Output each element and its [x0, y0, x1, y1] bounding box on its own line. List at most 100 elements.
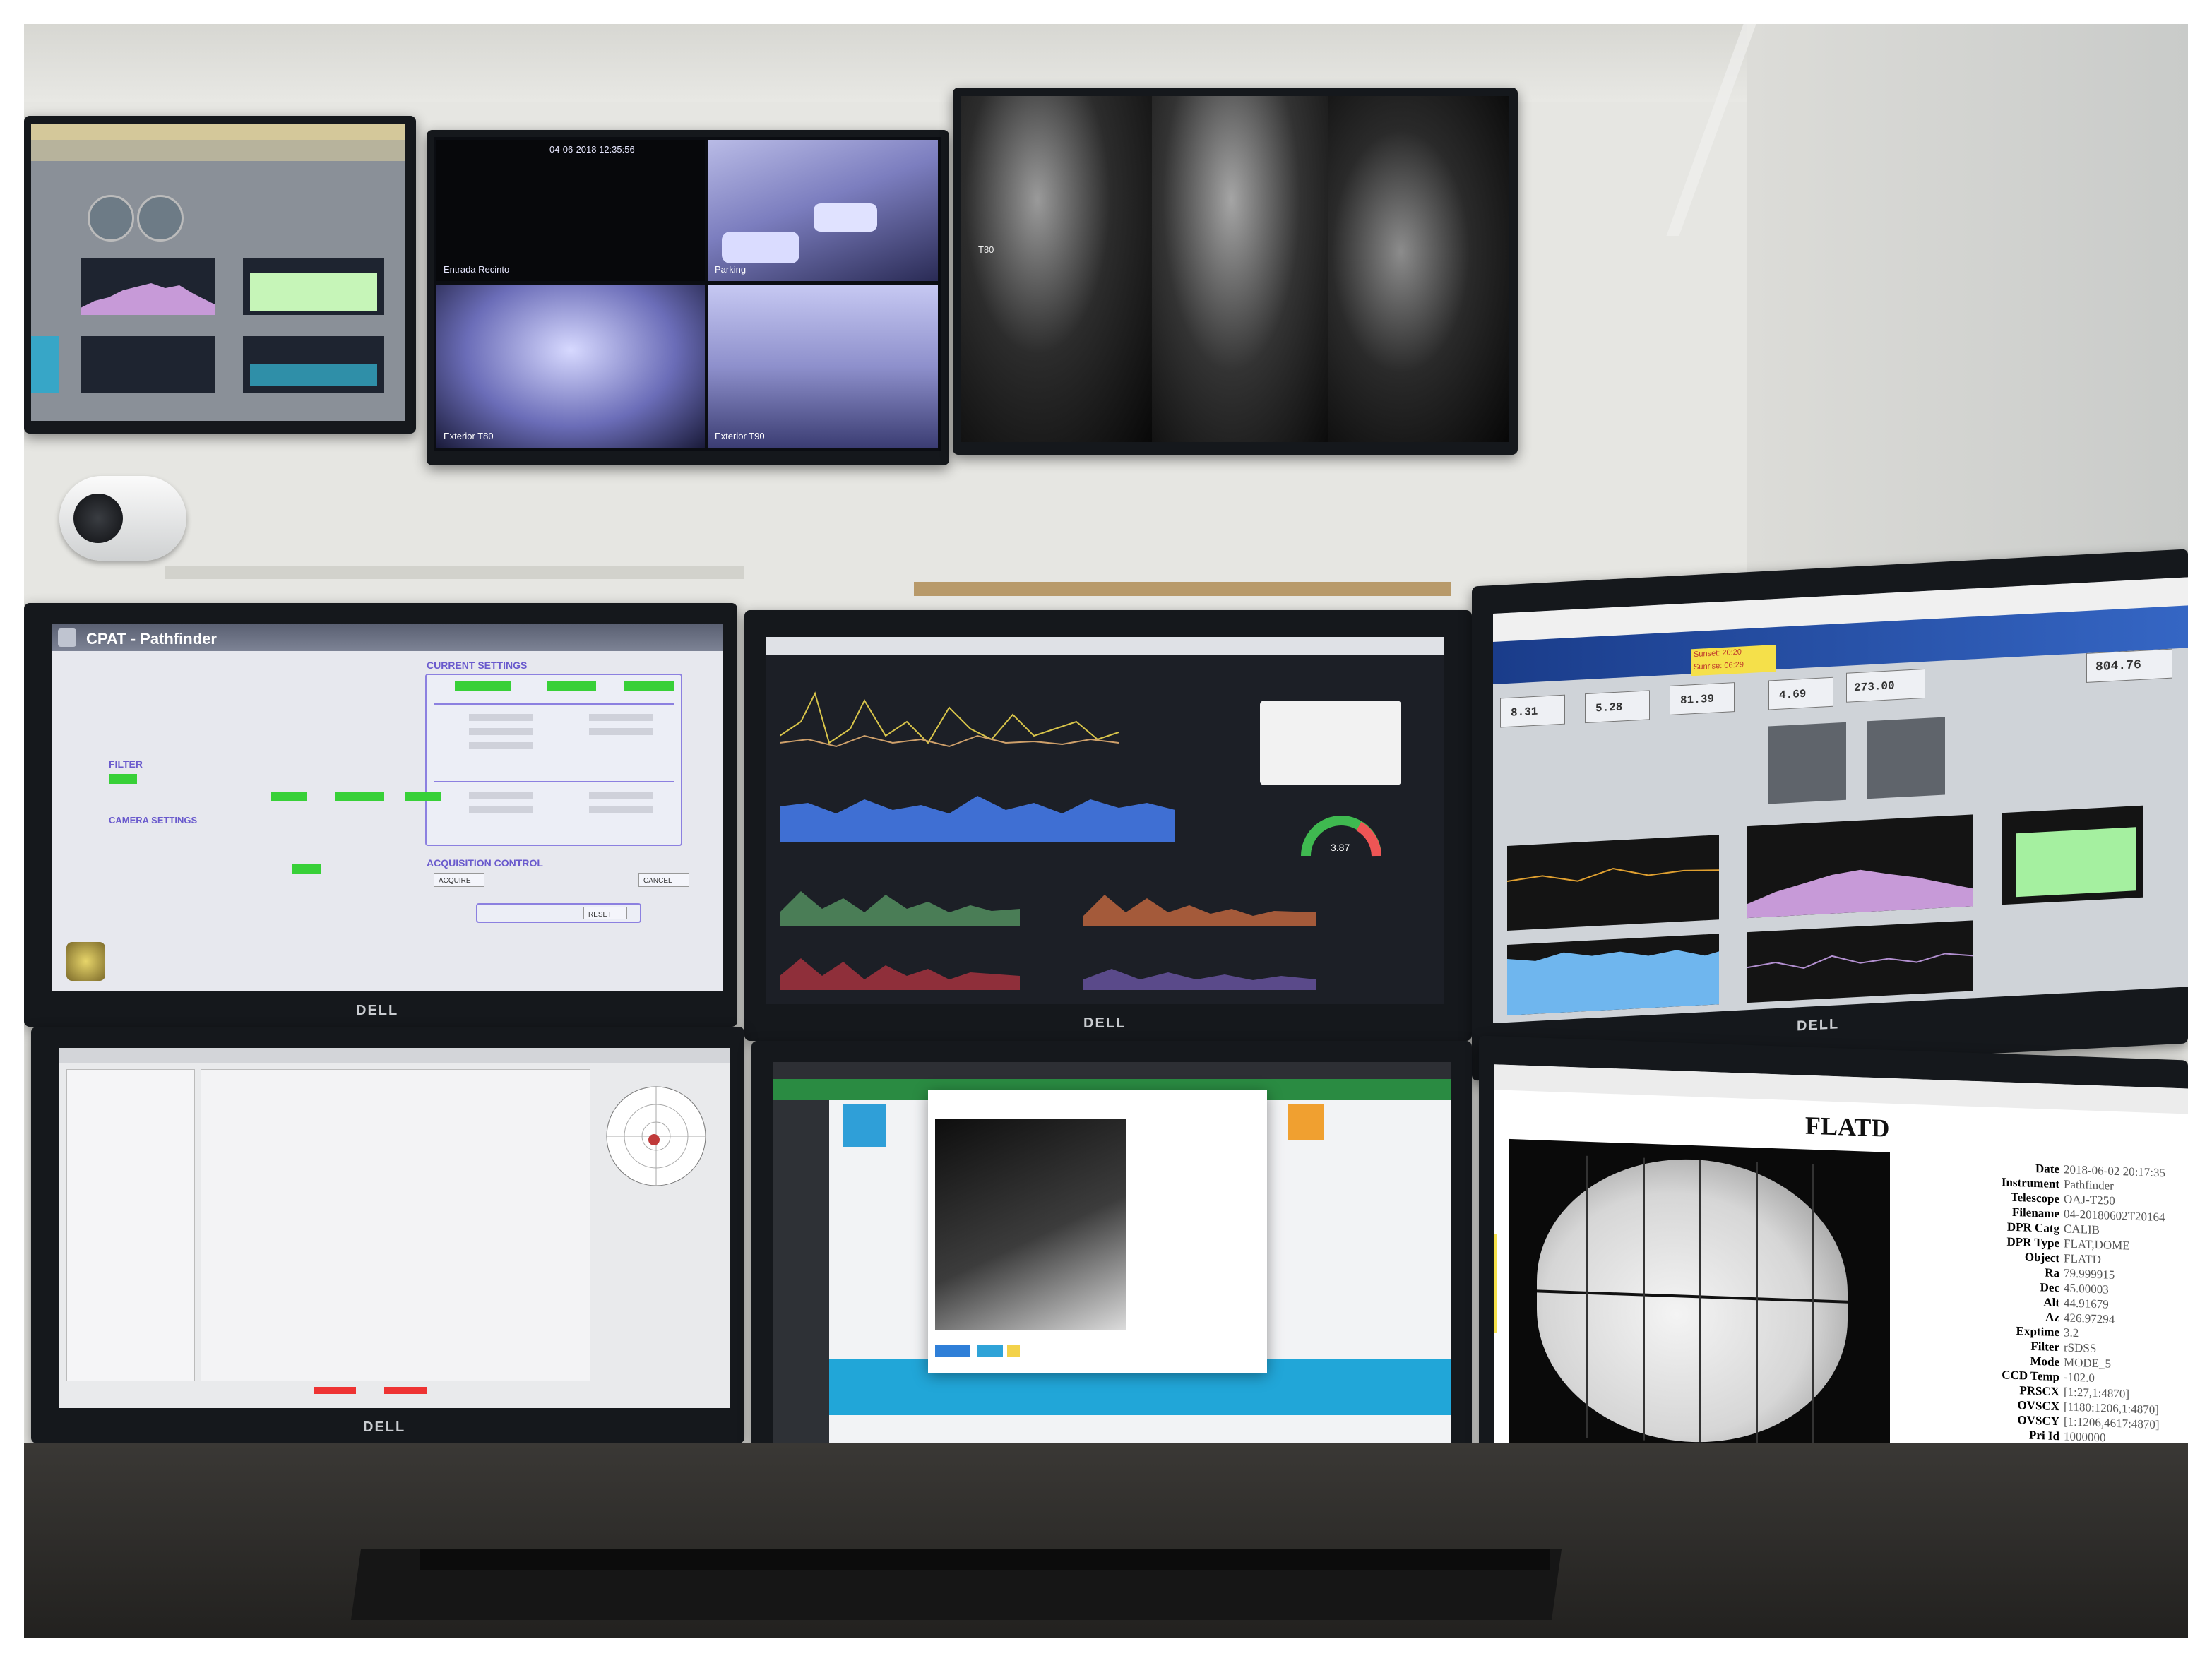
dell-logo: DELL — [363, 1419, 406, 1435]
fits-value: rSDSS — [2064, 1340, 2097, 1356]
cpat-logo-icon — [66, 942, 105, 981]
sticky-note — [1494, 1233, 1497, 1333]
dell-logo: DELL — [1797, 1016, 1840, 1035]
cctv-screen: 04-06-2018 12:35:56 Entrada Recinto Park… — [434, 137, 941, 451]
fits-value: 45.00003 — [2064, 1281, 2109, 1297]
sparkline — [81, 283, 215, 315]
value-box-6: 804.76 — [2086, 648, 2172, 683]
bw-view-3 — [1328, 96, 1509, 442]
cctv-cam-4-label: Exterior T90 — [715, 431, 765, 441]
fits-value: 426.97294 — [2064, 1311, 2115, 1326]
fits-key: Pri Id — [2029, 1428, 2059, 1443]
fits-value: 1000000 — [2064, 1429, 2106, 1445]
cancel-button[interactable]: CANCEL — [638, 873, 689, 887]
fits-value: Pathfinder — [2064, 1177, 2114, 1193]
temperature-lines — [779, 691, 1119, 748]
area-blue — [780, 796, 1175, 842]
value-5: 273.00 — [1854, 679, 1895, 695]
fits-value: 44.91679 — [2064, 1296, 2109, 1311]
fits-value: 3.2 — [2064, 1325, 2079, 1340]
gauge-value: 3.87 — [1331, 842, 1350, 853]
status-led-3 — [624, 681, 674, 691]
plot-green — [2002, 805, 2143, 905]
area-orange — [1083, 895, 1316, 926]
browser-chrome — [1494, 1064, 2188, 1114]
value-2: 5.28 — [1595, 701, 1623, 715]
wall-monitor-left-screen — [31, 124, 405, 421]
monitor-telescope-status: Sunset: 20:20 Sunrise: 06:29 8.31 5.28 8… — [1472, 549, 2188, 1081]
sunrise-label: Sunrise: 06:29 — [1694, 660, 1744, 672]
whiteboard-edge — [165, 566, 744, 579]
acquisition-counter-panel: RESET — [476, 903, 641, 923]
sunset-label: Sunset: 20:20 — [1694, 648, 1742, 660]
app-icon — [58, 628, 76, 647]
acquire-button-label: ACQUIRE — [439, 877, 471, 885]
flatd-screen: FLATD Date 2018-06-02 20:17:35 Instrument… — [1494, 1064, 2188, 1498]
dell-logo: DELL — [1083, 1015, 1126, 1031]
monitor-scheduler: DELL — [751, 1041, 1472, 1479]
camera-settings-heading: CAMERA SETTINGS — [109, 815, 198, 825]
fits-value: CALIB — [2064, 1222, 2100, 1237]
monitor-telescope-control: DELL — [31, 1027, 744, 1443]
status-led-1 — [455, 681, 511, 691]
image-dialog — [928, 1090, 1267, 1373]
security-camera — [59, 462, 194, 575]
polar-plot — [606, 1086, 706, 1186]
flatd-title: FLATD — [1805, 1111, 1890, 1143]
flatd-image — [1509, 1138, 1890, 1463]
error-indicator-2 — [384, 1387, 427, 1394]
value-box-4: 4.69 — [1768, 676, 1833, 710]
dialog-button-primary[interactable] — [935, 1345, 970, 1357]
cctv-cam-4: Exterior T90 — [708, 285, 938, 448]
plot-dark-1 — [1506, 835, 1720, 931]
value-box-1: 8.31 — [1500, 694, 1565, 728]
cctv-cam-3: Exterior T80 — [436, 285, 705, 448]
device-diagram — [1260, 701, 1401, 785]
monitor-dashboard: 3.87 DELL — [744, 610, 1472, 1041]
filter-progress-1 — [271, 792, 307, 801]
allsky-image-2 — [1867, 717, 1945, 799]
cctv-cam-1: 04-06-2018 12:35:56 Entrada Recinto — [436, 140, 705, 281]
gauge-arc — [1301, 816, 1381, 857]
fits-header-table: Date 2018-06-02 20:17:35 Instrument Pathfi… — [1975, 1159, 2187, 1448]
sunset-box: Sunset: 20:20 Sunrise: 06:29 — [1691, 645, 1776, 676]
dell-logo: DELL — [356, 1003, 399, 1018]
cpat-title: CPAT - Pathfinder — [86, 630, 217, 648]
plot-blue — [1507, 934, 1719, 1015]
monitor-cpat: CPAT - Pathfinder CURRENT SETTINGS FILTE… — [24, 603, 737, 1027]
camera-active-led[interactable] — [292, 864, 321, 874]
fits-value: -102.0 — [2064, 1370, 2095, 1385]
browser-tabs — [773, 1062, 1451, 1079]
value-3: 81.39 — [1680, 692, 1715, 708]
acquire-button[interactable]: ACQUIRE — [434, 873, 484, 887]
line-chart-panel — [779, 679, 1147, 764]
value-box-5: 273.00 — [1846, 668, 1925, 703]
cctv-cam-2-label: Parking — [715, 264, 747, 275]
dashboard-screen: 3.87 — [766, 637, 1444, 1004]
current-settings-heading: CURRENT SETTINGS — [427, 660, 528, 671]
plot-lilac — [1747, 814, 1973, 919]
area-chart-green — [780, 877, 1020, 926]
dialog-button-secondary[interactable] — [977, 1345, 1003, 1357]
gauge: 3.87 — [1295, 806, 1387, 863]
cork-board-edge — [914, 582, 1451, 596]
dialog-button-warning[interactable] — [1007, 1345, 1020, 1357]
plot-lilac-area — [1747, 869, 1973, 919]
flat-image-preview — [935, 1119, 1126, 1330]
status-led-2 — [547, 681, 596, 691]
settings-panel — [201, 1069, 590, 1381]
acquisition-control-heading: ACQUISITION CONTROL — [427, 857, 543, 869]
value-box-3: 81.39 — [1670, 682, 1735, 715]
plot-dark-2 — [1747, 920, 1974, 1003]
bw-view-label: T80 — [978, 244, 994, 255]
cctv-cam-2: Parking — [708, 140, 938, 281]
plot-dark-1-lines — [1506, 868, 1720, 882]
reset-button[interactable]: RESET — [583, 907, 627, 919]
fits-value: MODE_5 — [2064, 1355, 2112, 1371]
allsky-image-1 — [1768, 722, 1846, 804]
filter-status-led[interactable] — [109, 774, 137, 784]
cpat-screen: CPAT - Pathfinder CURRENT SETTINGS FILTE… — [52, 624, 723, 991]
browser-bar — [766, 637, 1444, 655]
area-chart-orange — [1083, 877, 1316, 926]
scheduler-screen — [773, 1062, 1451, 1443]
